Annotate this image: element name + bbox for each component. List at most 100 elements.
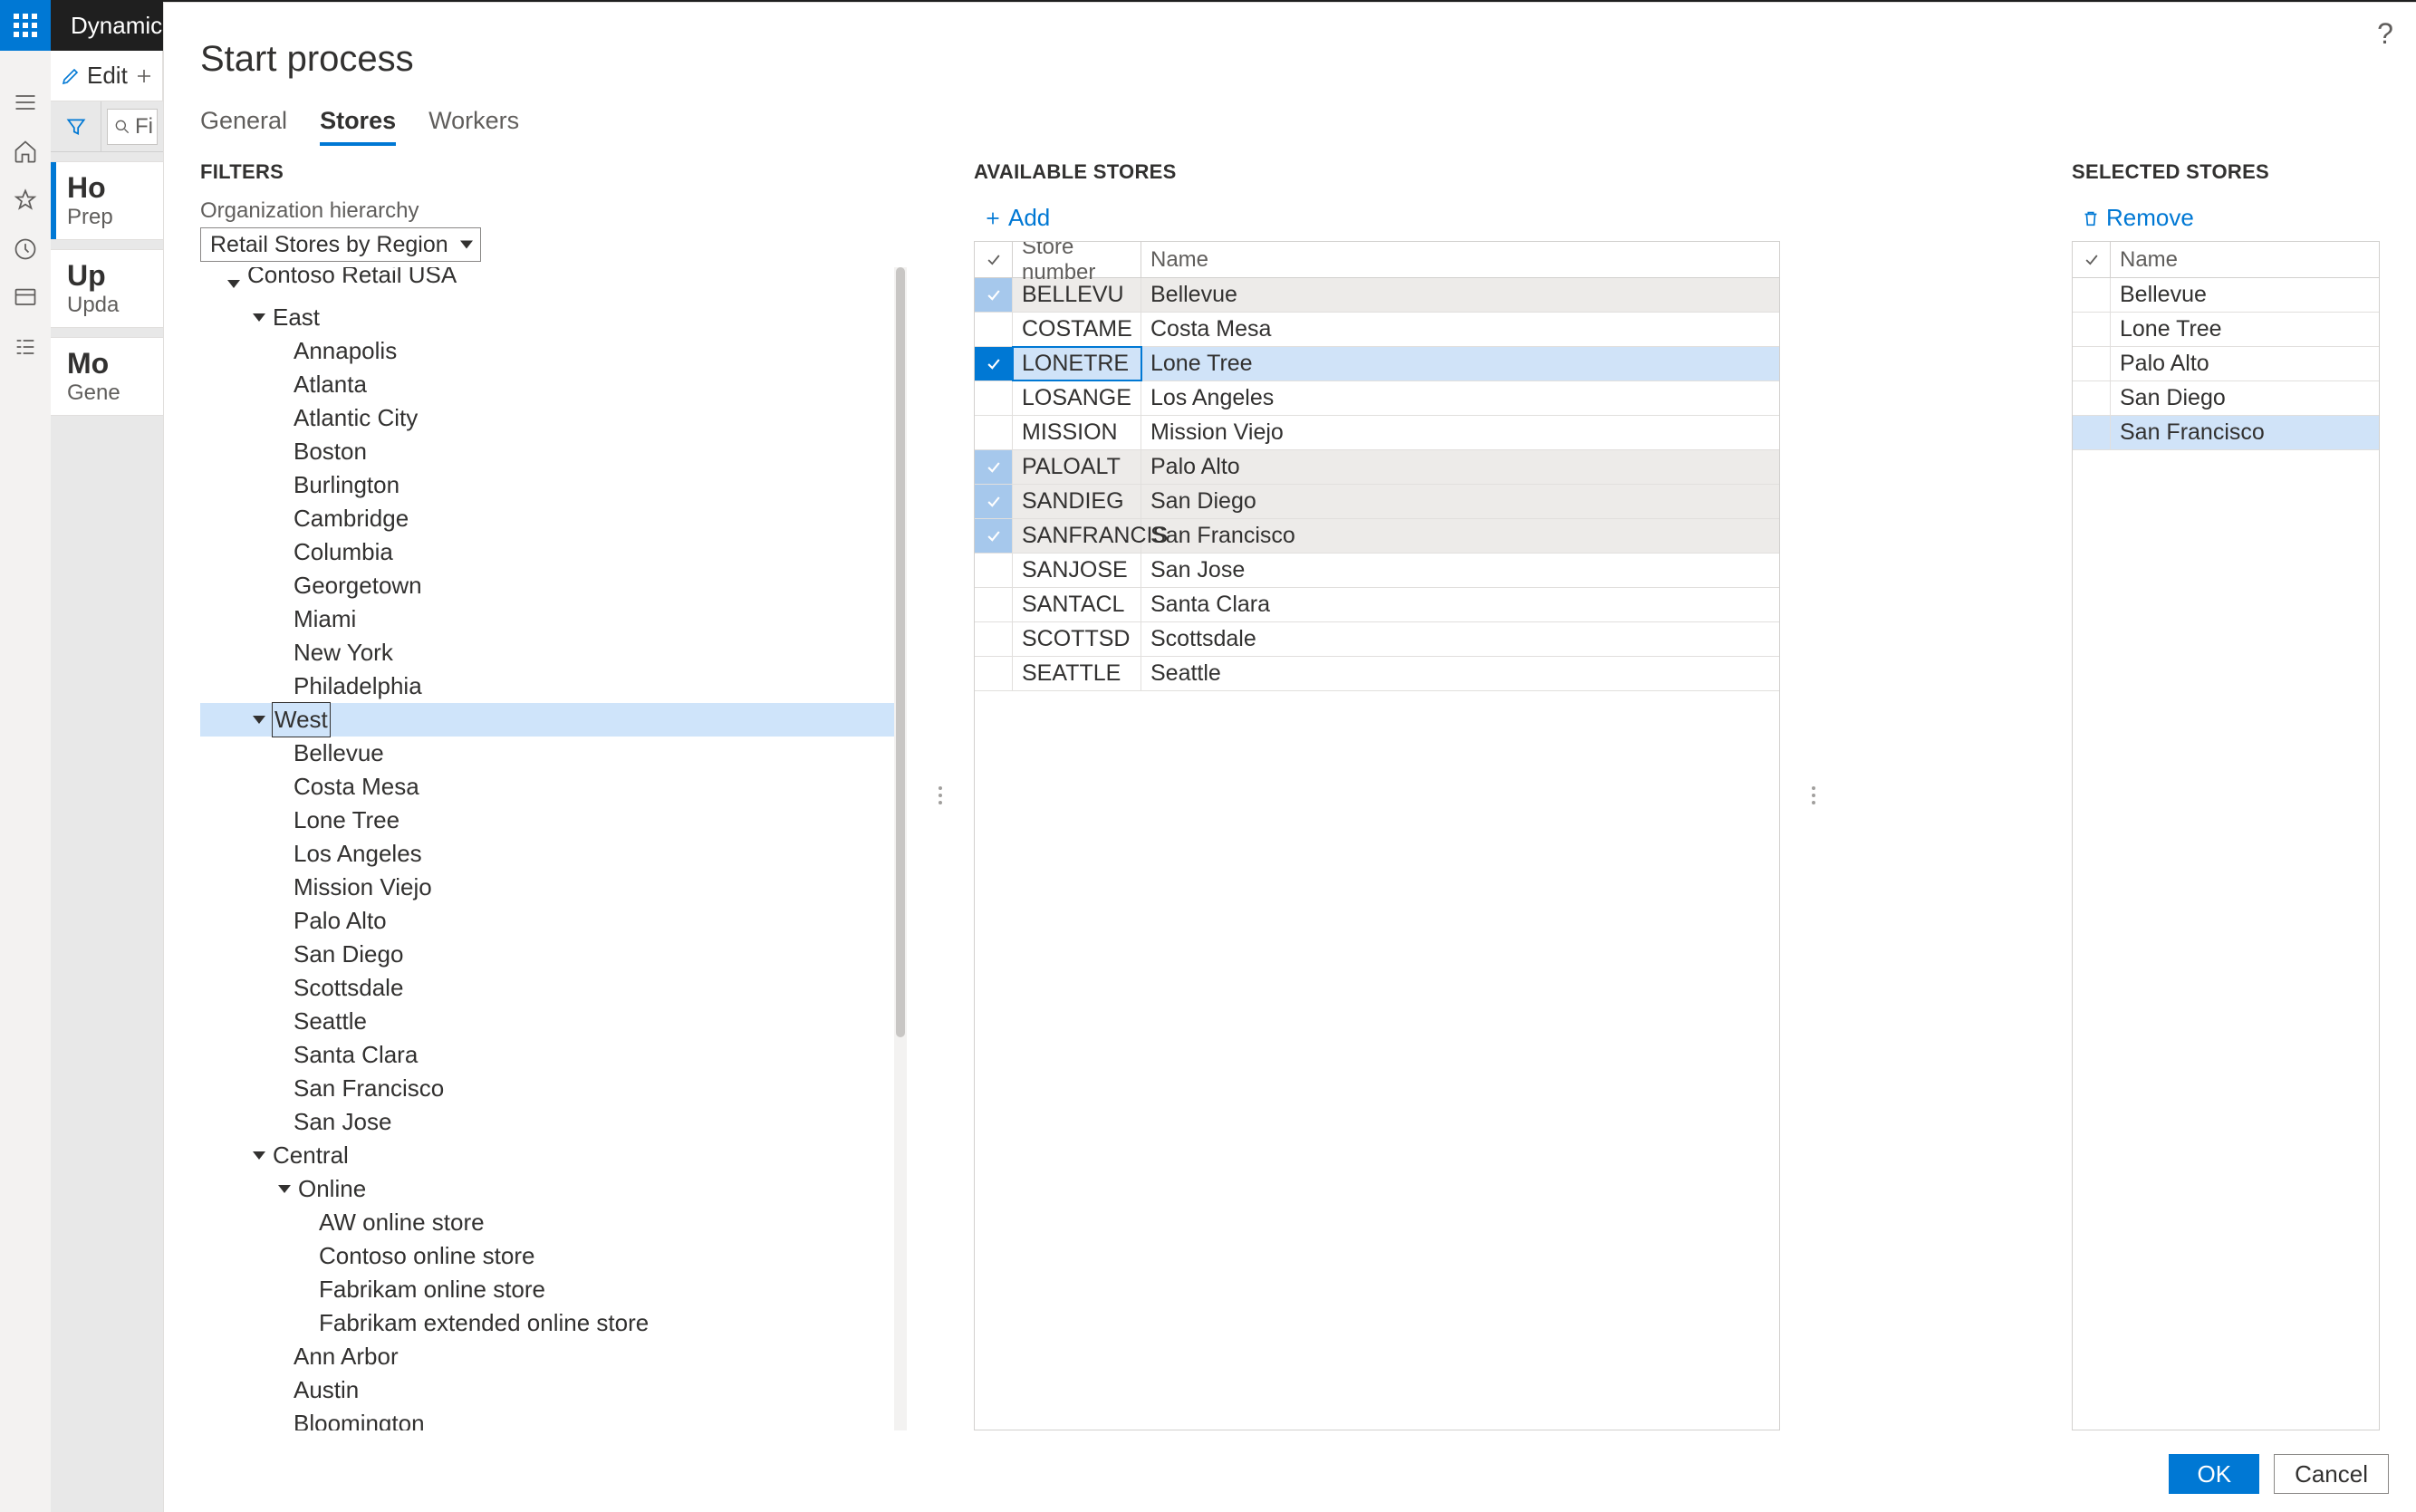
- tree-node[interactable]: Ann Arbor: [200, 1340, 907, 1373]
- tree-node[interactable]: AW online store: [200, 1206, 907, 1239]
- list-card[interactable]: MoGene: [51, 337, 163, 416]
- tree-node[interactable]: Fabrikam online store: [200, 1273, 907, 1306]
- tree-node[interactable]: West: [200, 703, 907, 737]
- col-name[interactable]: Name: [1141, 242, 1779, 277]
- recent-icon[interactable]: [0, 225, 51, 274]
- row-checkbox[interactable]: [975, 485, 1013, 518]
- hamburger-icon[interactable]: [0, 78, 51, 127]
- tree-caret-icon[interactable]: [278, 1185, 291, 1193]
- row-checkbox[interactable]: [975, 416, 1013, 449]
- add-button[interactable]: Add: [974, 198, 1780, 241]
- modules-icon[interactable]: [0, 323, 51, 371]
- tree-node[interactable]: Seattle: [200, 1005, 907, 1038]
- tree-caret-icon[interactable]: [253, 1151, 265, 1160]
- tree-node[interactable]: Austin: [200, 1373, 907, 1407]
- tree-node[interactable]: Burlington: [200, 468, 907, 502]
- tree-node[interactable]: Bellevue: [200, 737, 907, 770]
- tree-node[interactable]: Georgetown: [200, 569, 907, 602]
- tree-node[interactable]: Palo Alto: [200, 904, 907, 938]
- new-icon[interactable]: [133, 65, 155, 87]
- tab-general[interactable]: General: [200, 107, 287, 146]
- tree-node[interactable]: Bloomington: [200, 1407, 907, 1430]
- workspaces-icon[interactable]: [0, 274, 51, 323]
- tree-node[interactable]: Contoso online store: [200, 1239, 907, 1273]
- tree-node[interactable]: Miami: [200, 602, 907, 636]
- tree-node[interactable]: Online: [200, 1172, 907, 1206]
- edit-button[interactable]: Edit: [87, 62, 128, 90]
- col-store-number[interactable]: Store number: [1013, 242, 1141, 277]
- selected-row[interactable]: Lone Tree: [2073, 313, 2379, 347]
- tree-node[interactable]: Central: [200, 1139, 907, 1172]
- filter-icon[interactable]: [51, 101, 101, 152]
- tree-scroll-thumb[interactable]: [896, 267, 905, 1037]
- row-checkbox[interactable]: [2073, 313, 2111, 346]
- tree-node[interactable]: Columbia: [200, 535, 907, 569]
- available-row[interactable]: PALOALT Palo Alto: [975, 450, 1779, 485]
- row-checkbox[interactable]: [975, 588, 1013, 621]
- tab-workers[interactable]: Workers: [428, 107, 519, 146]
- available-row[interactable]: SANDIEG San Diego: [975, 485, 1779, 519]
- row-checkbox[interactable]: [2073, 278, 2111, 312]
- tree-node[interactable]: San Jose: [200, 1105, 907, 1139]
- splitter-right[interactable]: [1807, 768, 1820, 823]
- tree-node[interactable]: Lone Tree: [200, 804, 907, 837]
- tree-caret-icon[interactable]: [227, 280, 240, 288]
- tree-node[interactable]: Annapolis: [200, 334, 907, 368]
- selected-row[interactable]: San Diego: [2073, 381, 2379, 416]
- tree-node[interactable]: Fabrikam extended online store: [200, 1306, 907, 1340]
- tree-node[interactable]: Santa Clara: [200, 1038, 907, 1072]
- selected-row[interactable]: Bellevue: [2073, 278, 2379, 313]
- tree-node[interactable]: Atlanta: [200, 368, 907, 401]
- available-row[interactable]: COSTAME Costa Mesa: [975, 313, 1779, 347]
- row-checkbox[interactable]: [975, 278, 1013, 312]
- tree-node[interactable]: San Francisco: [200, 1072, 907, 1105]
- tree-caret-icon[interactable]: [253, 313, 265, 322]
- available-row[interactable]: LOSANGE Los Angeles: [975, 381, 1779, 416]
- tree-node[interactable]: Costa Mesa: [200, 770, 907, 804]
- org-hierarchy-tree[interactable]: Contoso Retail USAEastAnnapolisAtlantaAt…: [200, 267, 907, 1430]
- favorites-icon[interactable]: [0, 176, 51, 225]
- row-checkbox[interactable]: [975, 381, 1013, 415]
- available-row[interactable]: SCOTTSD Scottsdale: [975, 622, 1779, 657]
- col-name[interactable]: Name: [2111, 242, 2379, 277]
- org-hierarchy-select[interactable]: Retail Stores by Region: [200, 227, 481, 262]
- list-card[interactable]: HoPrep: [51, 161, 163, 240]
- selected-row[interactable]: Palo Alto: [2073, 347, 2379, 381]
- cancel-button[interactable]: Cancel: [2274, 1454, 2389, 1494]
- tree-node[interactable]: Mission Viejo: [200, 871, 907, 904]
- tree-scrollbar[interactable]: [894, 267, 907, 1430]
- select-all-checkbox[interactable]: [975, 242, 1013, 277]
- available-row[interactable]: BELLEVU Bellevue: [975, 278, 1779, 313]
- tree-caret-icon[interactable]: [253, 716, 265, 724]
- remove-button[interactable]: Remove: [2072, 198, 2380, 241]
- row-checkbox[interactable]: [975, 622, 1013, 656]
- row-checkbox[interactable]: [975, 554, 1013, 587]
- splitter-left[interactable]: [934, 768, 947, 823]
- ok-button[interactable]: OK: [2169, 1454, 2259, 1494]
- selected-row[interactable]: San Francisco: [2073, 416, 2379, 450]
- row-checkbox[interactable]: [975, 313, 1013, 346]
- available-row[interactable]: LONETRE Lone Tree: [975, 347, 1779, 381]
- tree-node[interactable]: Philadelphia: [200, 669, 907, 703]
- row-checkbox[interactable]: [975, 519, 1013, 553]
- select-all-checkbox[interactable]: [2073, 242, 2111, 277]
- available-row[interactable]: SANFRANCIS San Francisco: [975, 519, 1779, 554]
- tree-node[interactable]: East: [200, 301, 907, 334]
- row-checkbox[interactable]: [2073, 416, 2111, 449]
- tree-node[interactable]: New York: [200, 636, 907, 669]
- tree-node[interactable]: Los Angeles: [200, 837, 907, 871]
- tree-node[interactable]: San Diego: [200, 938, 907, 971]
- list-card[interactable]: UpUpda: [51, 249, 163, 328]
- available-row[interactable]: SEATTLE Seattle: [975, 657, 1779, 691]
- tree-node[interactable]: Atlantic City: [200, 401, 907, 435]
- row-checkbox[interactable]: [975, 450, 1013, 484]
- app-launcher[interactable]: [0, 0, 51, 51]
- row-checkbox[interactable]: [975, 657, 1013, 690]
- home-icon[interactable]: [0, 127, 51, 176]
- tree-node[interactable]: Cambridge: [200, 502, 907, 535]
- tree-node[interactable]: Boston: [200, 435, 907, 468]
- available-row[interactable]: SANTACL Santa Clara: [975, 588, 1779, 622]
- row-checkbox[interactable]: [2073, 347, 2111, 380]
- tab-stores[interactable]: Stores: [320, 107, 396, 146]
- available-row[interactable]: MISSION Mission Viejo: [975, 416, 1779, 450]
